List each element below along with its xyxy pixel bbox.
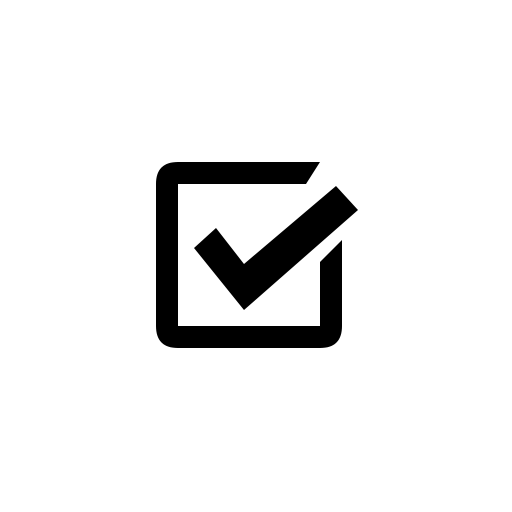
checkbox-checked-icon[interactable] xyxy=(0,0,512,512)
icon-canvas xyxy=(0,0,512,512)
checkbox-box-outline xyxy=(156,162,342,348)
